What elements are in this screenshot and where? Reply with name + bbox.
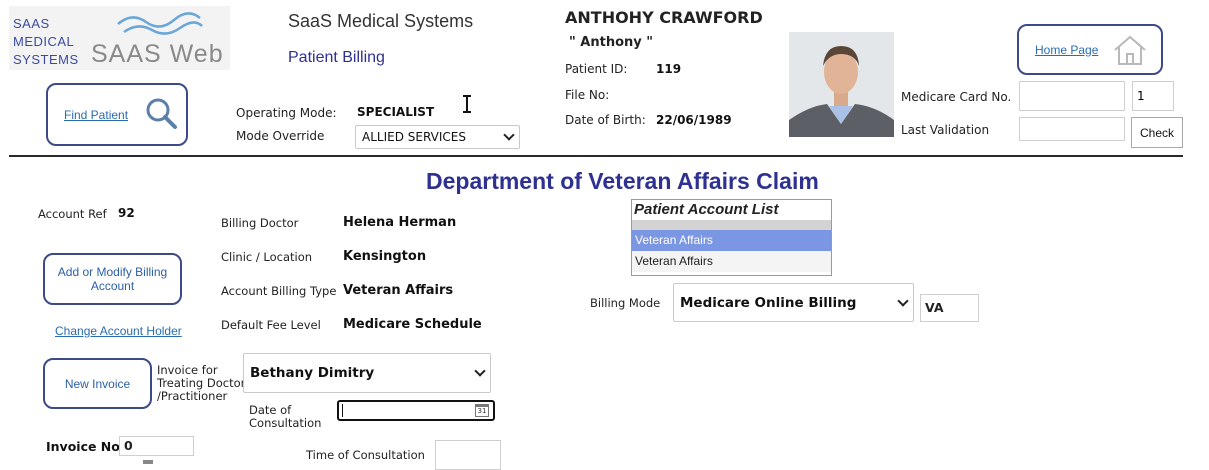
page-subtitle: Patient Billing <box>288 49 385 66</box>
logo-line2: MEDICAL <box>13 34 75 49</box>
invoice-no-label: Invoice No. <box>46 439 125 454</box>
medicare-irn-input[interactable] <box>1132 81 1174 111</box>
company-name: SaaS Medical Systems <box>288 11 474 31</box>
new-invoice-button[interactable]: New Invoice <box>43 358 152 409</box>
find-patient-label: Find Patient <box>64 107 129 122</box>
treating-doctor-label: Invoice for Treating Doctor /Practitione… <box>157 363 246 403</box>
calendar-icon[interactable]: 31 <box>475 404 489 417</box>
billing-mode-select[interactable]: Medicare Online Billing <box>673 283 914 322</box>
last-validation-label: Last Validation <box>901 123 990 137</box>
patient-id-value: 119 <box>656 62 682 76</box>
change-account-holder-link[interactable]: Change Account Holder <box>55 324 182 338</box>
billing-mode-code: VA <box>920 294 979 322</box>
patient-account-list[interactable]: Patient Account List Veteran Affairs Vet… <box>631 199 832 276</box>
logo-web: SAAS Web <box>91 40 224 68</box>
add-modify-billing-account-button[interactable]: Add or Modify Billing Account <box>43 253 182 305</box>
check-button[interactable]: Check <box>1131 117 1183 148</box>
find-patient-button[interactable]: Find Patient <box>46 83 188 146</box>
account-ref-value: 92 <box>118 206 135 220</box>
time-of-consultation-input[interactable] <box>435 440 501 470</box>
chevron-down-icon <box>897 294 909 307</box>
chevron-down-icon <box>474 365 486 377</box>
account-list-spacer <box>632 220 831 230</box>
treating-doctor-select[interactable]: Bethany Dimitry <box>243 353 491 393</box>
billing-mode-value: Medicare Online Billing <box>680 294 857 311</box>
mode-override-value: ALLIED SERVICES <box>362 130 466 144</box>
file-no-label: File No: <box>565 88 610 102</box>
logo-line1: SAAS <box>13 16 50 31</box>
date-of-consultation-label: Date of Consultation <box>249 403 322 430</box>
house-icon <box>1114 35 1147 65</box>
dob-label: Date of Birth: <box>565 113 646 127</box>
text-caret <box>342 404 343 417</box>
last-validation-input[interactable] <box>1019 117 1125 141</box>
header-divider <box>9 155 1183 157</box>
text-cursor-icon <box>463 95 471 113</box>
invoice-no-input[interactable]: 0 <box>119 436 194 456</box>
billing-doctor-value: Helena Herman <box>343 215 457 230</box>
patient-id-label: Patient ID: <box>565 62 628 76</box>
clinic-location-value: Kensington <box>343 249 427 264</box>
magnifier-icon <box>146 98 178 129</box>
home-page-label: Home Page <box>1035 42 1099 57</box>
patient-name: ANTHOHY CRAWFORD <box>565 8 763 27</box>
medicare-card-label: Medicare Card No. <box>901 90 1012 104</box>
brand-logo: SAAS MEDICAL SYSTEMS SAAS Web <box>9 6 230 70</box>
account-list-item-selected[interactable]: Veteran Affairs <box>632 230 831 251</box>
home-page-button[interactable]: Home Page <box>1017 24 1163 75</box>
patient-nickname: " Anthony " <box>569 35 654 50</box>
medicare-card-input[interactable] <box>1019 81 1125 111</box>
scroll-hint <box>143 460 153 464</box>
new-invoice-label: New Invoice <box>64 376 131 391</box>
treating-doctor-value: Bethany Dimitry <box>250 365 375 381</box>
time-of-consultation-label: Time of Consultation <box>306 448 425 462</box>
mode-override-label: Mode Override <box>236 129 325 143</box>
page-title: Department of Veteran Affairs Claim <box>426 168 819 194</box>
billing-doctor-label: Billing Doctor <box>221 216 299 230</box>
clinic-location-label: Clinic / Location <box>221 250 313 264</box>
account-list-title: Patient Account List <box>634 201 779 218</box>
billing-mode-label: Billing Mode <box>590 296 661 310</box>
chevron-down-icon <box>503 129 515 141</box>
wave-icon <box>117 12 203 35</box>
check-button-label: Check <box>1139 125 1174 140</box>
account-ref-label: Account Ref <box>38 207 107 221</box>
account-list-item[interactable]: Veteran Affairs <box>632 251 831 272</box>
default-fee-level-value: Medicare Schedule <box>343 317 482 332</box>
logo-line3: SYSTEMS <box>13 52 79 67</box>
operating-mode-label: Operating Mode: <box>236 106 337 120</box>
dob-value: 22/06/1989 <box>656 113 732 127</box>
date-of-consultation-input[interactable]: 31 <box>337 400 495 421</box>
operating-mode-value: SPECIALIST <box>357 105 435 119</box>
patient-photo <box>789 32 894 137</box>
account-billing-type-value: Veteran Affairs <box>343 283 454 298</box>
default-fee-level-label: Default Fee Level <box>221 318 321 332</box>
add-modify-billing-account-label: Add or Modify Billing Account <box>57 265 168 293</box>
account-billing-type-label: Account Billing Type <box>221 284 337 298</box>
mode-override-select[interactable]: ALLIED SERVICES <box>355 125 520 149</box>
